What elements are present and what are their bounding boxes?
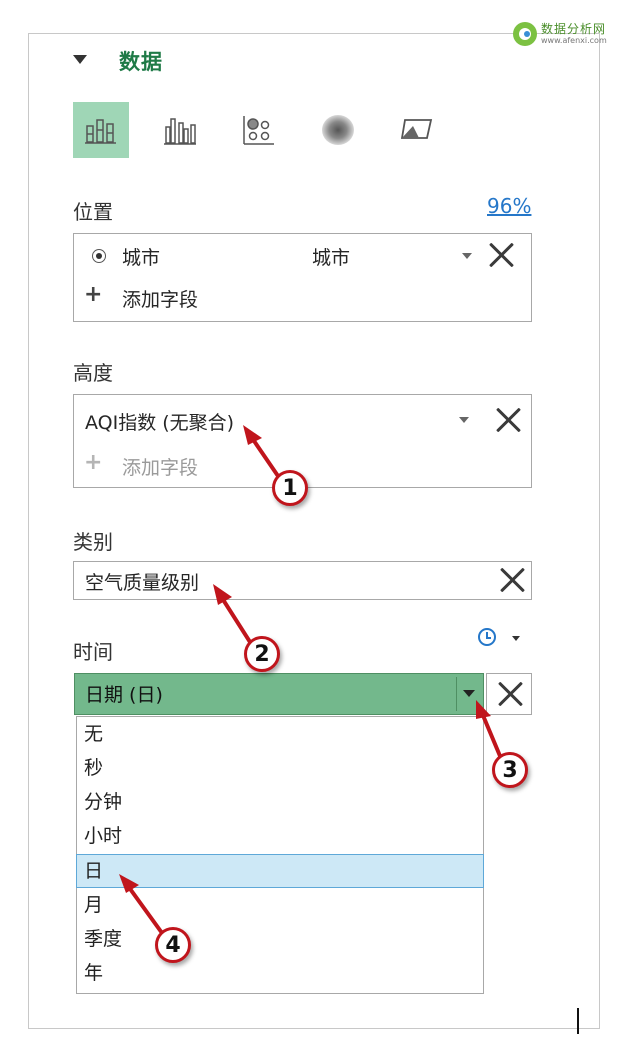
callout-4: 4 [155, 927, 191, 963]
callout-3: 3 [492, 752, 528, 788]
callout-2: 2 [244, 636, 280, 672]
annotation-arrows [119, 425, 502, 935]
callout-1: 1 [272, 470, 308, 506]
